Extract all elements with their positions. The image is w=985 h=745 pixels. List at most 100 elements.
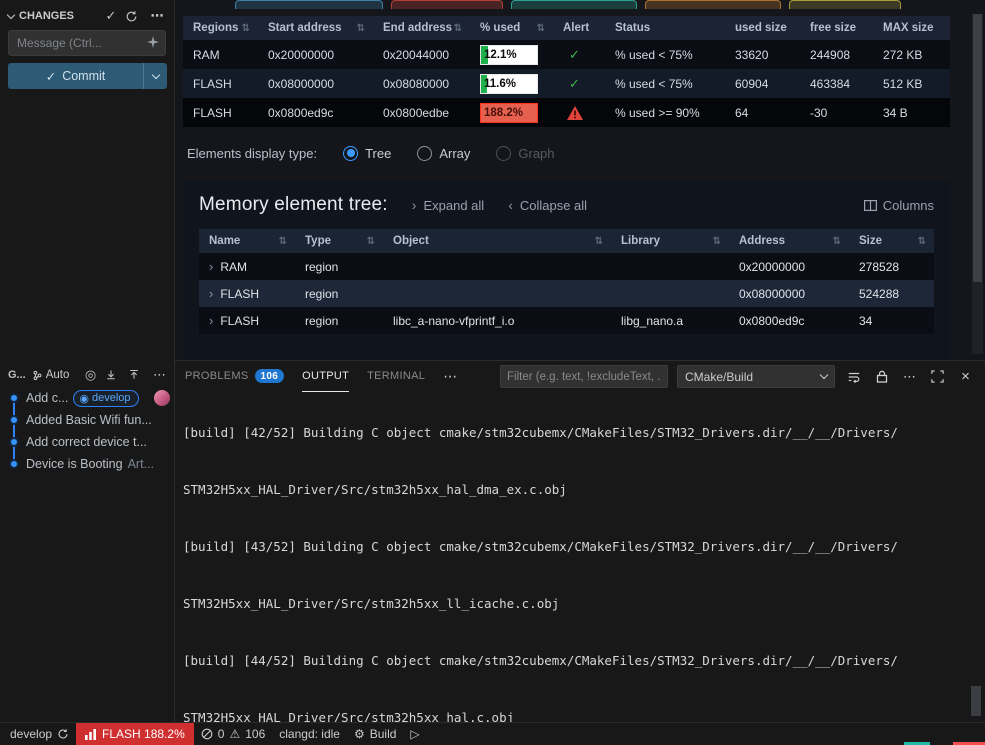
column-header[interactable]: Size ⇅ <box>849 235 934 247</box>
close-panel-icon[interactable]: × <box>956 367 975 386</box>
column-header[interactable]: Status <box>605 22 725 34</box>
clangd-status-item[interactable]: clangd: idle <box>272 723 347 745</box>
sparkle-icon[interactable] <box>147 36 159 48</box>
column-header[interactable]: Library ⇅ <box>611 235 729 247</box>
sort-icon: ⇅ <box>536 22 545 34</box>
radio-array[interactable]: Array <box>417 145 470 161</box>
usage-percent: 12.1% <box>484 48 517 61</box>
table-row[interactable]: RAM 0x20000000 0x20044000 12.1% ✓ % used… <box>183 40 950 69</box>
expand-all-button[interactable]: › Expand all <box>412 197 484 213</box>
column-header[interactable]: used size <box>725 22 800 34</box>
sort-icon: ⇅ <box>356 22 365 34</box>
graph-repo-picker[interactable]: Auto <box>32 369 69 381</box>
tree-row[interactable]: › RAM region 0x20000000 278528 <box>199 253 934 280</box>
element-type: region <box>305 259 339 274</box>
refresh-icon[interactable] <box>125 10 143 23</box>
tab-output[interactable]: OUTPUT <box>302 361 350 392</box>
used-size: 60904 <box>735 76 769 91</box>
vscode-window: CHANGES ✓ ⋯ ✓ Commit <box>0 0 985 722</box>
maximize-panel-icon[interactable] <box>928 367 947 386</box>
scrollbar-track[interactable] <box>972 14 983 354</box>
commit-button[interactable]: ✓ Commit <box>8 63 167 89</box>
tree-row[interactable]: › FLASH region libc_a-nano-vfprintf_i.o l… <box>199 307 934 334</box>
commit-list-item[interactable]: Device is Booting Art... <box>0 453 174 475</box>
push-icon[interactable] <box>128 369 145 381</box>
column-header[interactable]: Regions ⇅ <box>183 22 258 34</box>
graph-header: G... Auto ◎ ⋯ <box>0 365 174 387</box>
column-header[interactable]: Type ⇅ <box>295 235 383 247</box>
log-line: STM32H5xx_HAL_Driver/Src/stm32h5xx_ll_ic… <box>183 596 560 611</box>
commit-list-item[interactable]: Add correct device t... <box>0 431 174 453</box>
column-header[interactable]: End address ⇅ <box>373 22 470 34</box>
more-tabs-icon[interactable]: ⋯ <box>443 368 457 385</box>
end-address: 0x0800edbe <box>383 105 450 120</box>
column-header[interactable]: Alert <box>553 22 605 34</box>
column-header[interactable]: Object ⇅ <box>383 235 611 247</box>
usage-progress-bar: 12.1% <box>480 44 538 65</box>
output-filter-input[interactable] <box>500 365 668 388</box>
commit-message-input[interactable] <box>8 30 166 56</box>
ok-check-icon: ✓ <box>569 46 580 62</box>
memory-element-tree-card: Memory element tree: › Expand all ‹ Coll… <box>183 180 950 360</box>
legend-chip[interactable] <box>789 0 901 9</box>
error-icon <box>201 728 213 740</box>
max-size: 272 KB <box>883 47 923 62</box>
commit-list-item[interactable]: Add c... ◉ develop <box>0 387 174 409</box>
branch-badge[interactable]: ◉ develop <box>73 389 139 407</box>
pull-icon[interactable] <box>105 369 122 381</box>
expand-chevron-icon[interactable]: › <box>209 286 213 301</box>
scrollbar-thumb[interactable] <box>971 686 981 716</box>
avatar <box>154 390 170 406</box>
tree-row[interactable]: › FLASH region 0x08000000 524288 <box>199 280 934 307</box>
expand-chevron-icon[interactable]: › <box>209 313 213 328</box>
commit-check-icon[interactable]: ✓ <box>102 8 120 24</box>
memory-element-tree-table: Name ⇅ Type ⇅ Object ⇅ Library ⇅ Address ⇅ Si… <box>199 229 934 334</box>
tab-problems[interactable]: PROBLEMS 106 <box>185 361 285 392</box>
graph-more-icon[interactable]: ⋯ <box>151 367 168 383</box>
radio-tree[interactable]: Tree <box>343 145 391 161</box>
column-header[interactable]: free size <box>800 22 873 34</box>
legend-chip[interactable] <box>645 0 781 9</box>
column-header[interactable]: Name ⇅ <box>199 235 295 247</box>
table-row[interactable]: FLASH 0x0800ed9c 0x0800edbe 188.2% % use… <box>183 98 950 127</box>
changes-section-header[interactable]: CHANGES ✓ ⋯ <box>0 0 174 30</box>
target-icon[interactable]: ◎ <box>82 367 99 383</box>
start-address: 0x20000000 <box>268 47 335 62</box>
more-actions-icon[interactable]: ⋯ <box>148 8 166 24</box>
output-channel-select[interactable]: CMake/Build <box>677 365 835 388</box>
scrollbar-thumb[interactable] <box>973 14 982 282</box>
legend-chip[interactable] <box>511 0 637 9</box>
word-wrap-icon[interactable] <box>844 367 863 386</box>
tree-table-header: Name ⇅ Type ⇅ Object ⇅ Library ⇅ Address ⇅ Si… <box>199 229 934 253</box>
branch-status-item[interactable]: develop <box>0 723 76 745</box>
column-header[interactable]: % used ⇅ <box>470 22 553 34</box>
table-row[interactable]: FLASH 0x08000000 0x08080000 11.6% ✓ % us… <box>183 69 950 98</box>
expand-chevron-icon[interactable]: › <box>209 259 213 274</box>
chevron-down-icon <box>151 70 160 79</box>
legend-chip[interactable] <box>391 0 503 9</box>
commit-message: Add c... <box>26 391 69 405</box>
column-header[interactable]: MAX size <box>873 22 950 34</box>
panel-more-icon[interactable]: ⋯ <box>900 367 919 386</box>
sort-icon: ⇅ <box>241 22 250 34</box>
cmake-build-item[interactable]: ⚙ Build <box>347 723 403 745</box>
lock-icon[interactable] <box>872 367 891 386</box>
legend-chip[interactable] <box>235 0 383 9</box>
commit-author: Art... <box>127 457 154 471</box>
launch-target-item[interactable]: ▷ <box>403 723 426 745</box>
commit-dot-icon <box>9 459 19 469</box>
column-header[interactable]: Address ⇅ <box>729 235 849 247</box>
sort-icon: ⇅ <box>278 235 287 247</box>
radio-graph: Graph <box>496 145 555 161</box>
problems-status-item[interactable]: 0 ⚠ 106 <box>194 723 272 745</box>
flash-usage-badge[interactable]: FLASH 188.2% <box>76 723 194 745</box>
output-log[interactable]: [build] [42/52] Building C object cmake/… <box>175 392 985 722</box>
columns-button[interactable]: Columns <box>863 198 934 213</box>
commit-list-item[interactable]: Added Basic Wifi fun... <box>0 409 174 431</box>
commit-dropdown-button[interactable] <box>143 63 167 89</box>
collapse-all-button[interactable]: ‹ Collapse all <box>508 197 587 213</box>
column-header[interactable]: Start address ⇅ <box>258 22 373 34</box>
tab-terminal[interactable]: TERMINAL <box>367 361 425 392</box>
region-name: FLASH <box>193 76 232 91</box>
panel-controls: CMake/Build ⋯ <box>500 365 975 388</box>
